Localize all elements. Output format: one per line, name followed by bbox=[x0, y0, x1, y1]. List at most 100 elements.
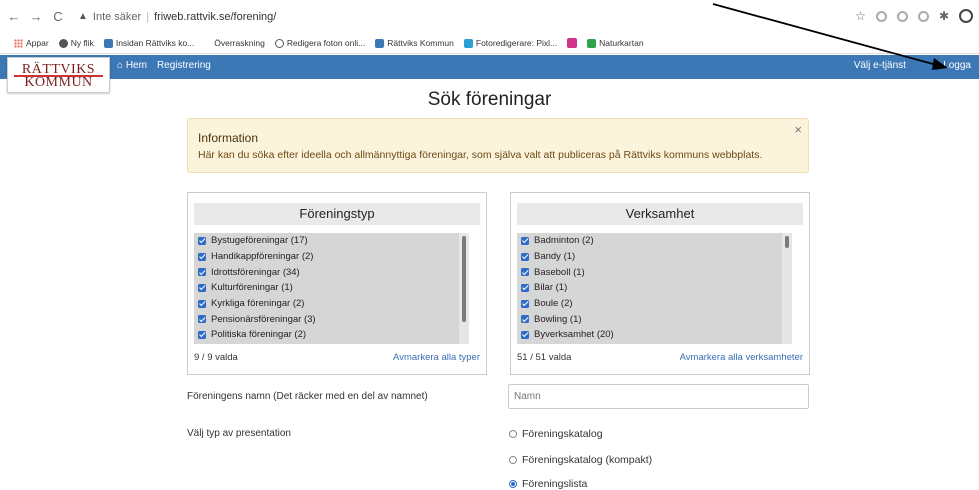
radio-list[interactable]: Föreningslista bbox=[509, 478, 587, 490]
activity-selected-count: 51 / 51 valda bbox=[517, 352, 572, 363]
reload-icon[interactable]: C bbox=[50, 9, 66, 24]
naturkartan-icon bbox=[587, 38, 597, 48]
radio-button[interactable] bbox=[509, 456, 517, 464]
checkbox-checked[interactable] bbox=[198, 299, 206, 308]
logo-bar bbox=[14, 75, 103, 77]
bookmark-pixlr[interactable]: Fotoredigerare: Pixl... bbox=[463, 38, 557, 48]
list-item[interactable]: Idrottsföreningar (34) bbox=[194, 264, 469, 280]
s-logo-icon bbox=[567, 38, 578, 48]
list-item[interactable]: Pensionärsföreningar (3) bbox=[194, 311, 469, 327]
list-item[interactable]: Baseboll (1) bbox=[517, 264, 792, 280]
photo-edit-icon bbox=[274, 38, 284, 48]
list-item[interactable]: Bowling (1) bbox=[517, 311, 792, 327]
checkbox-checked[interactable] bbox=[198, 268, 206, 277]
list-scrollbar[interactable] bbox=[459, 233, 469, 344]
activity-panel: Verksamhet Badminton (2) Bandy (1) Baseb… bbox=[510, 192, 810, 375]
bookmarks-bar: Appar Ny flik Insidan Rättviks ko... Öve… bbox=[0, 33, 979, 53]
puzzle-extensions-icon[interactable]: ✱ bbox=[939, 9, 949, 23]
activity-footer: 51 / 51 valda Avmarkera alla verksamhete… bbox=[517, 352, 803, 363]
home-icon: ⌂ bbox=[117, 60, 124, 71]
checkbox-checked[interactable] bbox=[521, 330, 529, 339]
radio-button-selected[interactable] bbox=[509, 480, 517, 488]
site-navbar: RÄTTVIKS KOMMUN ⌂ Hem Registrering Välj … bbox=[0, 55, 979, 93]
nav-right: Välj e-tjänst 👤 Logga bbox=[854, 60, 971, 71]
bookmark-surprise[interactable]: Överraskning bbox=[214, 38, 265, 48]
scrollbar-thumb[interactable] bbox=[462, 236, 466, 322]
nav-login[interactable]: 👤 Logga bbox=[928, 60, 971, 71]
bookmark-s[interactable] bbox=[567, 38, 578, 48]
checkbox-checked[interactable] bbox=[198, 315, 206, 324]
bookmark-new-tab[interactable]: Ny flik bbox=[58, 38, 94, 48]
bookmark-rattvik[interactable]: Rättviks Kommun bbox=[375, 38, 454, 48]
checkbox-checked[interactable] bbox=[198, 252, 206, 261]
bookmark-photo-edit[interactable]: Redigera foton onli... bbox=[274, 38, 365, 48]
pixlr-icon bbox=[463, 38, 473, 48]
browser-chrome: ← → C ▲ Inte säker | friweb.rattvik.se/f… bbox=[0, 0, 979, 54]
list-item[interactable]: Handikappföreningar (2) bbox=[194, 249, 469, 265]
info-heading: Information bbox=[198, 131, 259, 145]
checkbox-checked[interactable] bbox=[198, 236, 206, 245]
extension-icon[interactable] bbox=[917, 10, 929, 22]
address-bar[interactable]: ▲ Inte säker | friweb.rattvik.se/forenin… bbox=[78, 11, 276, 23]
nav-links: ⌂ Hem Registrering bbox=[117, 60, 211, 71]
bookmark-star-icon[interactable]: ☆ bbox=[855, 9, 866, 23]
security-label: Inte säker bbox=[92, 10, 142, 23]
checkbox-checked[interactable] bbox=[198, 330, 206, 339]
types-selected-count: 9 / 9 valda bbox=[194, 352, 238, 363]
list-item[interactable]: Kyrkliga föreningar (2) bbox=[194, 296, 469, 312]
types-list[interactable]: Bystugeföreningar (17) Handikappförening… bbox=[194, 233, 469, 344]
checkbox-checked[interactable] bbox=[521, 299, 529, 308]
municipality-logo[interactable]: RÄTTVIKS KOMMUN bbox=[7, 57, 110, 93]
radio-button[interactable] bbox=[509, 430, 517, 438]
back-arrow-icon[interactable]: ← bbox=[6, 9, 22, 24]
radio-catalog[interactable]: Föreningskatalog bbox=[509, 428, 603, 440]
activity-heading: Verksamhet bbox=[517, 203, 803, 225]
checkbox-checked[interactable] bbox=[521, 268, 529, 277]
checkbox-checked[interactable] bbox=[521, 315, 529, 324]
globe-icon bbox=[58, 38, 68, 48]
forward-arrow-icon[interactable]: → bbox=[28, 9, 44, 24]
checkbox-checked[interactable] bbox=[198, 283, 206, 292]
list-item[interactable]: Badminton (2) bbox=[517, 233, 792, 249]
address-row: ← → C ▲ Inte säker | friweb.rattvik.se/f… bbox=[0, 0, 979, 33]
profile-avatar-icon[interactable] bbox=[959, 9, 973, 23]
extension-icon[interactable] bbox=[896, 10, 908, 22]
url-text: friweb.rattvik.se/forening/ bbox=[154, 10, 277, 23]
browser-toolbar-right: ☆ ✱ bbox=[855, 9, 973, 23]
bookmark-insidan[interactable]: Insidan Rättviks ko... bbox=[103, 38, 194, 48]
deselect-all-activities-link[interactable]: Avmarkera alla verksamheter bbox=[680, 352, 803, 363]
name-label: Föreningens namn (Det räcker med en del … bbox=[187, 391, 428, 402]
list-item[interactable]: Politiska föreningar (2) bbox=[194, 327, 469, 343]
nav-registration[interactable]: Registrering bbox=[157, 60, 211, 71]
deselect-all-types-link[interactable]: Avmarkera alla typer bbox=[393, 352, 480, 363]
list-item[interactable]: Kulturföreningar (1) bbox=[194, 280, 469, 296]
list-item[interactable]: Bilar (1) bbox=[517, 280, 792, 296]
extension-icon[interactable] bbox=[875, 10, 887, 22]
site-favicon-icon bbox=[103, 38, 113, 48]
checkbox-checked[interactable] bbox=[521, 236, 529, 245]
bookmark-apps[interactable]: Appar bbox=[14, 38, 49, 48]
nav-select-service[interactable]: Välj e-tjänst bbox=[854, 60, 906, 71]
address-separator: | bbox=[146, 10, 150, 23]
scrollbar-thumb[interactable] bbox=[785, 236, 789, 248]
nav-home[interactable]: ⌂ Hem bbox=[117, 60, 147, 71]
list-item[interactable]: Bandy (1) bbox=[517, 249, 792, 265]
list-item[interactable]: Byverksamhet (20) bbox=[517, 327, 792, 343]
list-item[interactable]: Boule (2) bbox=[517, 296, 792, 312]
presentation-label: Välj typ av presentation bbox=[187, 428, 291, 439]
types-heading: Föreningstyp bbox=[194, 203, 480, 225]
name-search-input[interactable] bbox=[508, 384, 809, 409]
user-icon: 👤 bbox=[927, 60, 941, 71]
checkbox-checked[interactable] bbox=[521, 252, 529, 261]
activity-list[interactable]: Badminton (2) Bandy (1) Baseboll (1) Bil… bbox=[517, 233, 792, 344]
site-favicon-icon bbox=[375, 38, 385, 48]
types-footer: 9 / 9 valda Avmarkera alla typer bbox=[194, 352, 480, 363]
list-scrollbar[interactable] bbox=[782, 233, 792, 344]
bookmark-naturkartan[interactable]: Naturkartan bbox=[587, 38, 644, 48]
radio-catalog-compact[interactable]: Föreningskatalog (kompakt) bbox=[509, 454, 652, 466]
info-alert: Information Här kan du söka efter ideell… bbox=[187, 118, 809, 173]
types-panel: Föreningstyp Bystugeföreningar (17) Hand… bbox=[187, 192, 487, 375]
list-item[interactable]: Bystugeföreningar (17) bbox=[194, 233, 469, 249]
checkbox-checked[interactable] bbox=[521, 283, 529, 292]
close-icon[interactable]: × bbox=[794, 122, 802, 137]
